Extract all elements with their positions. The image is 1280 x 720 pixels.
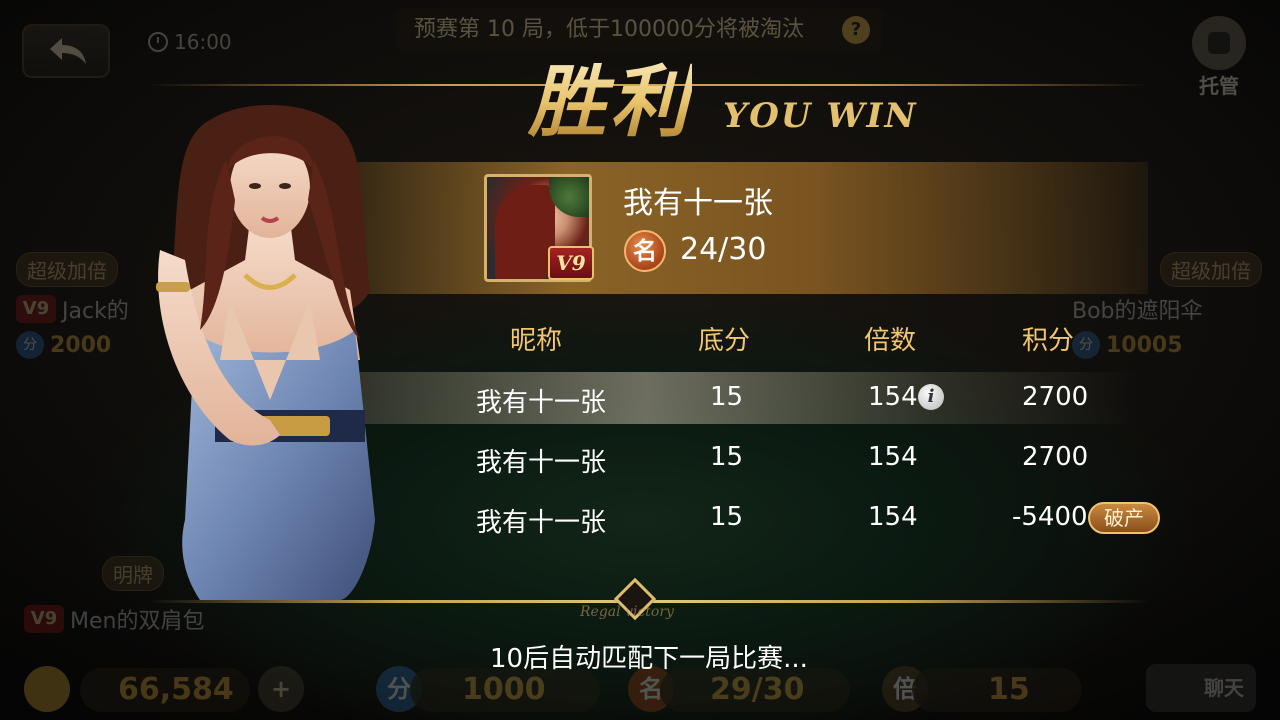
rank-icon: 名 — [624, 230, 666, 272]
row-name: 我有十一张 — [476, 448, 607, 478]
player-name: 我有十一张 — [623, 186, 773, 221]
row-score: -5400 — [1012, 502, 1088, 532]
col-header-multiplier: 倍数 — [864, 326, 917, 356]
win-title: 胜利 — [528, 40, 692, 152]
bankrupt-badge: 破产 — [1088, 502, 1160, 534]
col-header-base: 底分 — [698, 326, 751, 356]
row-base: 15 — [710, 442, 744, 472]
ornament-caption: Regal victory — [580, 604, 674, 620]
hostess-illustration — [156, 105, 375, 600]
col-header-score: 积分 — [1022, 326, 1075, 356]
row-multiplier: 154 — [868, 502, 918, 532]
auto-match-countdown: 10后自动匹配下一局比赛... — [490, 644, 808, 674]
table-row: 我有十一张 15 154 i 2700 — [318, 372, 1138, 424]
col-header-name: 昵称 — [510, 326, 563, 356]
row-multiplier: 154 — [868, 382, 918, 412]
row-multiplier: 154 — [868, 442, 918, 472]
table-row: 我有十一张 15 154 -5400 破产 — [318, 492, 1160, 544]
table-row: 我有十一张 15 154 2700 — [318, 432, 1138, 484]
row-score: 2700 — [1022, 382, 1089, 412]
row-name: 我有十一张 — [476, 508, 607, 538]
row-score: 2700 — [1022, 442, 1089, 472]
info-icon[interactable]: i — [918, 384, 944, 410]
vip-badge: V9 — [548, 246, 594, 280]
row-name: 我有十一张 — [476, 388, 607, 418]
player-rank: 24/30 — [680, 232, 767, 267]
win-subtitle: YOU WIN — [723, 96, 918, 136]
row-base: 15 — [710, 382, 744, 412]
row-base: 15 — [710, 502, 744, 532]
